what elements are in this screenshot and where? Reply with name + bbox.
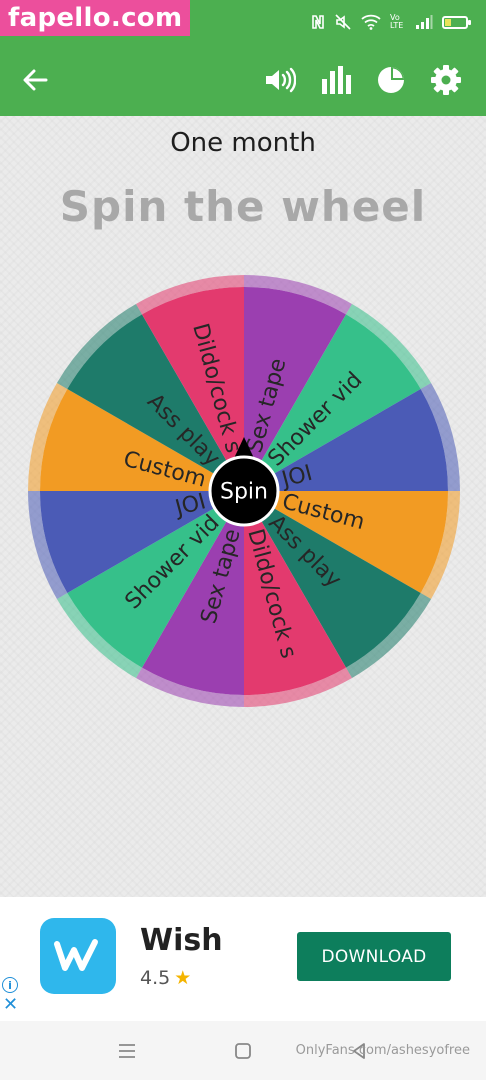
download-button[interactable]: DOWNLOAD — [297, 932, 451, 981]
volte-icon: Vo LTE — [390, 13, 404, 30]
watermark-credit: OnlyFans.com/ashesyofree — [295, 1043, 470, 1058]
menu-icon[interactable] — [115, 1039, 139, 1063]
system-nav-bar: OnlyFans.com/ashesyofree — [0, 1021, 486, 1080]
pie-chart-icon[interactable] — [375, 64, 407, 96]
wifi-icon — [361, 11, 381, 33]
home-square-icon[interactable] — [231, 1039, 255, 1063]
stats-icon[interactable] — [320, 64, 352, 96]
ad-info-icon[interactable]: i — [2, 977, 18, 993]
battery-icon — [442, 11, 471, 33]
wish-logo-icon[interactable] — [40, 918, 116, 994]
watermark: fapello.com — [0, 0, 191, 36]
spin-wheel[interactable]: Sex tape Shower vid JOI Custom Ass play Dildo… — [26, 273, 462, 709]
signal-icon — [415, 11, 433, 33]
spin-button-label[interactable]: Spin — [220, 480, 268, 505]
nfc-icon — [311, 11, 325, 33]
ad-rating: 4.5 ★ — [140, 967, 191, 989]
ad-app-name[interactable]: Wish — [140, 923, 223, 958]
back-arrow-icon[interactable] — [19, 64, 51, 96]
subtitle: One month — [170, 128, 316, 158]
ad-close-icon[interactable]: ✕ — [3, 996, 18, 1014]
ad-rating-value: 4.5 — [140, 967, 171, 989]
star-icon: ★ — [174, 967, 192, 989]
app-bar — [0, 44, 486, 116]
status-bar: fapello.com Vo LTE — [0, 0, 486, 44]
mute-icon — [334, 11, 352, 33]
page-title: Spin the wheel — [59, 182, 427, 231]
status-icons: Vo LTE — [311, 10, 471, 34]
settings-icon[interactable] — [430, 64, 462, 96]
sound-icon[interactable] — [264, 64, 296, 96]
ad-banner[interactable]: Wish 4.5 ★ DOWNLOAD i ✕ — [0, 897, 486, 1021]
